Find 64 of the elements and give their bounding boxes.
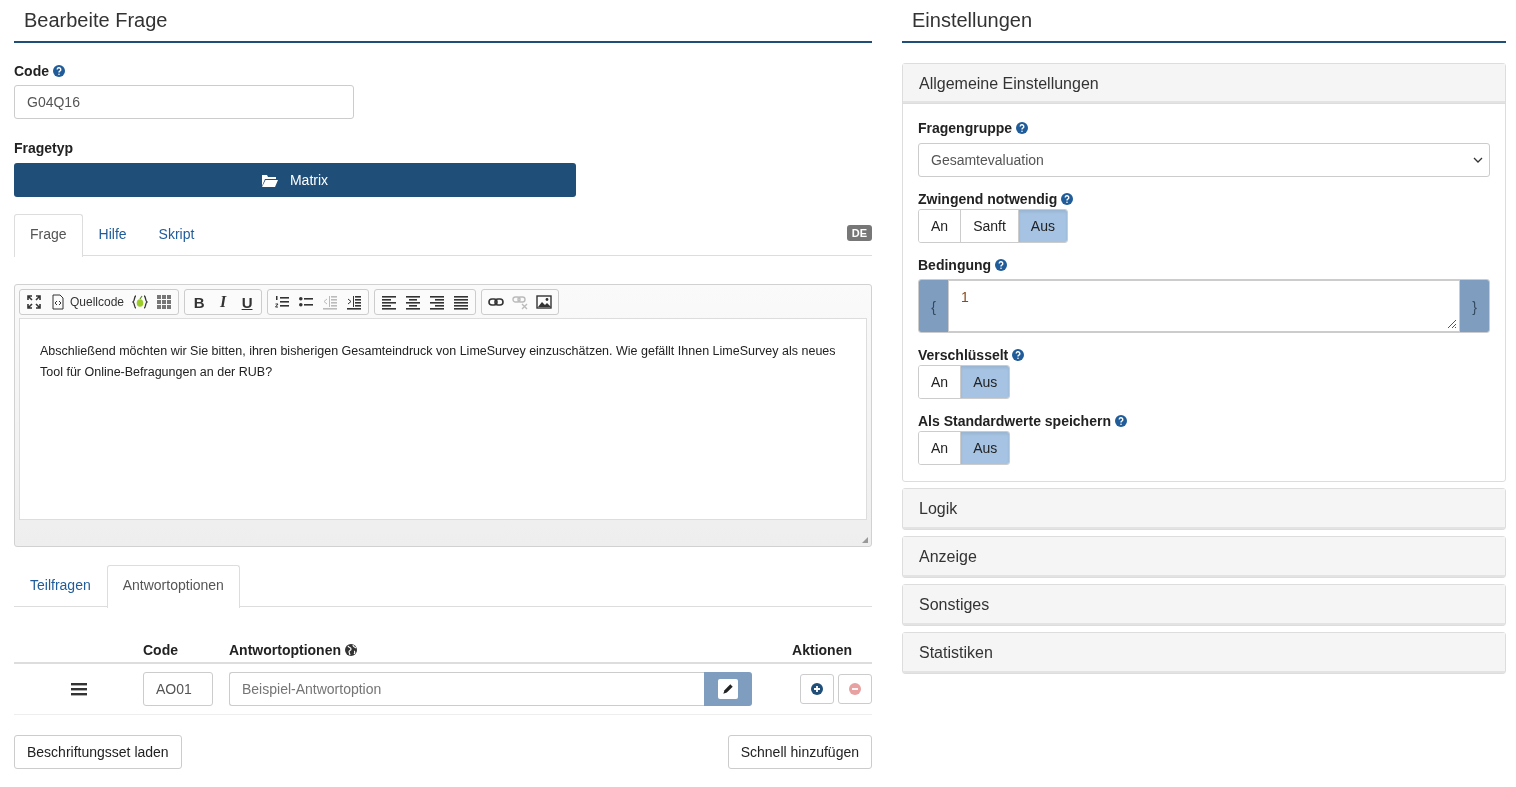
code-field[interactable]: G04Q16 (14, 85, 354, 119)
minus-circle-icon (849, 683, 861, 695)
expression-prefix: { (919, 280, 948, 332)
column-header: Aktionen (792, 641, 853, 658)
image-icon (536, 294, 553, 310)
expression-suffix: } (1460, 280, 1489, 332)
chevron-down-icon (1473, 157, 1483, 163)
code-field[interactable]: AO01 (143, 672, 213, 706)
panel-header[interactable]: Statistiken (903, 633, 1505, 673)
field-label: Code (14, 63, 49, 79)
tab[interactable]: Antwortoptionen (106, 565, 240, 608)
field-label: Verschlüsselt (918, 347, 1009, 363)
toggle-option[interactable]: Aus (1017, 210, 1067, 242)
toolbar-button[interactable]: U (235, 291, 260, 313)
justify-icon (453, 294, 470, 310)
panel-header[interactable]: Allgemeine Einstellungen (903, 64, 1505, 104)
resize-grip-icon[interactable] (862, 537, 868, 543)
action-button[interactable]: Schnell hinzufügen (727, 735, 872, 769)
page-title: Einstellungen (902, 0, 1506, 43)
action-button[interactable]: Beschriftungsset laden (14, 735, 182, 769)
align-right-icon (429, 294, 446, 310)
column-header: Code (143, 641, 179, 658)
field-label: Bedingung (918, 257, 992, 273)
braces-icon (132, 294, 149, 310)
drag-handle-icon[interactable] (70, 682, 87, 696)
question-type-button[interactable]: Matrix (14, 163, 576, 197)
column-header: Antwortoptionen (229, 641, 341, 658)
condition-field[interactable]: 1 (948, 280, 1460, 332)
align-center-icon (405, 294, 422, 310)
expand-icon (26, 294, 42, 310)
indent-icon (346, 294, 363, 310)
field-label: Fragetyp (14, 140, 74, 156)
panel-header[interactable]: Sonstiges (903, 585, 1505, 625)
folder-icon (261, 173, 278, 187)
toggle-option[interactable]: Aus (960, 432, 1010, 464)
toolbar-button[interactable]: B (187, 291, 212, 313)
toolbar-button[interactable]: Quellcode (46, 291, 129, 313)
toggle-option[interactable]: Aus (960, 366, 1010, 398)
toolbar-button[interactable]: I (211, 291, 236, 313)
outdent-icon (322, 294, 339, 310)
panel-header[interactable]: Anzeige (903, 537, 1505, 577)
tab[interactable]: Hilfe (82, 214, 143, 256)
answer-field[interactable]: Beispiel-Antwortoption (229, 672, 704, 706)
tab[interactable]: Skript (142, 214, 211, 256)
unlink-icon (512, 294, 529, 310)
field-label: Fragengruppe (918, 120, 1013, 136)
language-badge: DE (846, 225, 872, 241)
resize-grip-icon[interactable] (1445, 317, 1457, 329)
add-button[interactable] (800, 674, 834, 704)
field-label: Als Standardwerte speichern (918, 413, 1111, 429)
grid-icon (156, 294, 173, 310)
document-code-icon (50, 294, 66, 310)
question-text[interactable]: Abschließend möchten wir Sie bitten, ihren bisherigen Gesamteindruck von LimeSurvey einzuschätzen. Wie gefällt Ihnen LimeSurvey als neues Tool für Online-Befragungen an der RUB? (19, 318, 867, 520)
select-field[interactable]: Gesamtevaluation (918, 143, 1490, 177)
edit-button[interactable] (704, 672, 752, 706)
align-left-icon (381, 294, 398, 310)
tab[interactable]: Frage (14, 214, 83, 257)
panel-header[interactable]: Logik (903, 489, 1505, 529)
tab[interactable]: Teilfragen (14, 565, 107, 607)
plus-circle-icon (811, 683, 823, 695)
pencil-icon (718, 679, 738, 699)
field-label: Zwingend notwendig (918, 191, 1058, 207)
page-title: Bearbeite Frage (14, 0, 872, 43)
numbered-list-icon (274, 294, 291, 310)
